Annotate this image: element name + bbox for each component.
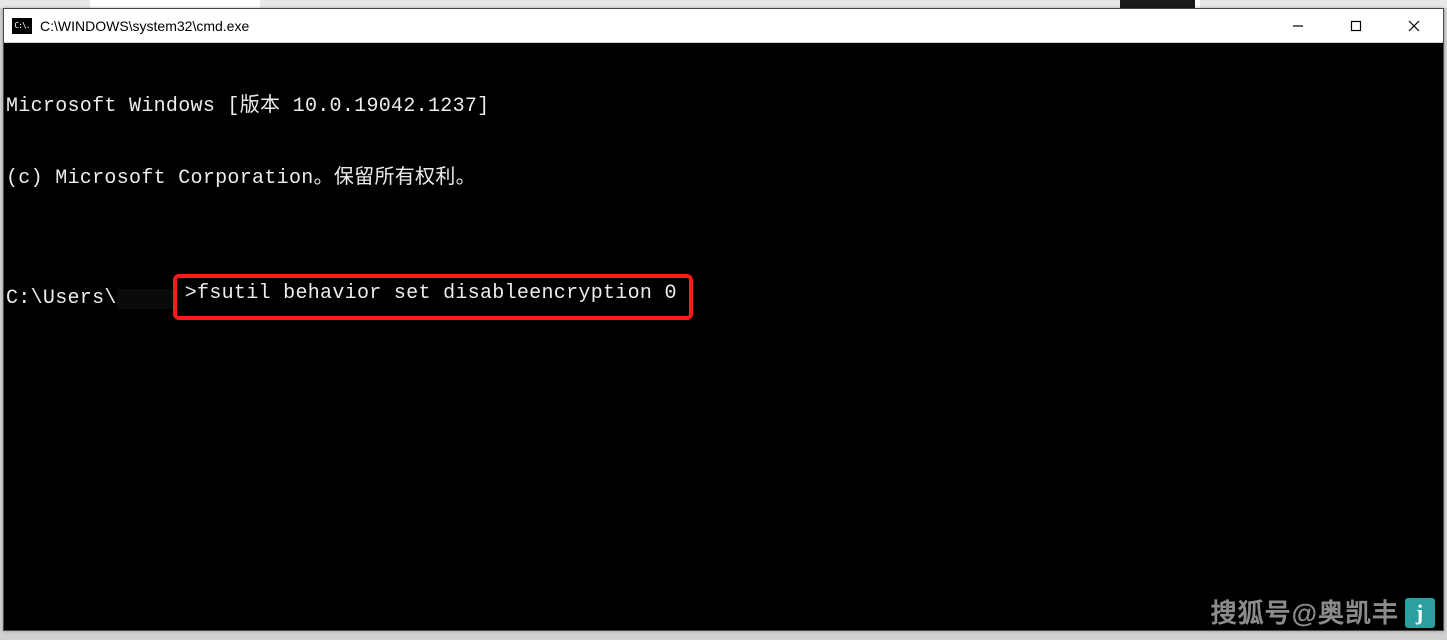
entered-command: fsutil behavior set disableencryption 0: [197, 282, 677, 305]
watermark-text: 搜狐号@奥凯丰: [1211, 601, 1399, 625]
cmd-window: C:\. C:\WINDOWS\system32\cmd.exe Microso…: [3, 8, 1444, 631]
background-window-fragment: [1120, 0, 1195, 8]
username-redacted: [117, 289, 177, 309]
console-line-copyright: (c) Microsoft Corporation。保留所有权利。: [6, 167, 1441, 191]
watermark: 搜狐号@奥凯丰 j: [1211, 598, 1435, 628]
window-title: C:\WINDOWS\system32\cmd.exe: [40, 18, 1269, 34]
console-line-version: Microsoft Windows [版本 10.0.19042.1237]: [6, 95, 1441, 119]
prompt-path: C:\Users\: [6, 287, 117, 311]
window-controls: [1269, 9, 1443, 42]
close-icon: [1408, 20, 1420, 32]
maximize-icon: [1350, 20, 1362, 32]
desktop-background-strip: [0, 0, 1447, 8]
cmd-icon: C:\.: [12, 18, 32, 34]
console-output[interactable]: Microsoft Windows [版本 10.0.19042.1237] (…: [4, 43, 1443, 630]
titlebar[interactable]: C:\. C:\WINDOWS\system32\cmd.exe: [4, 9, 1443, 43]
minimize-icon: [1292, 20, 1304, 32]
console-prompt-line: C:\Users\>fsutil behavior set disableenc…: [6, 287, 1441, 311]
maximize-button[interactable]: [1327, 9, 1385, 42]
minimize-button[interactable]: [1269, 9, 1327, 42]
close-button[interactable]: [1385, 9, 1443, 42]
command-highlight-box: >fsutil behavior set disableencryption 0: [173, 274, 693, 320]
watermark-badge-icon: j: [1405, 598, 1435, 628]
prompt-symbol: >: [185, 282, 197, 306]
